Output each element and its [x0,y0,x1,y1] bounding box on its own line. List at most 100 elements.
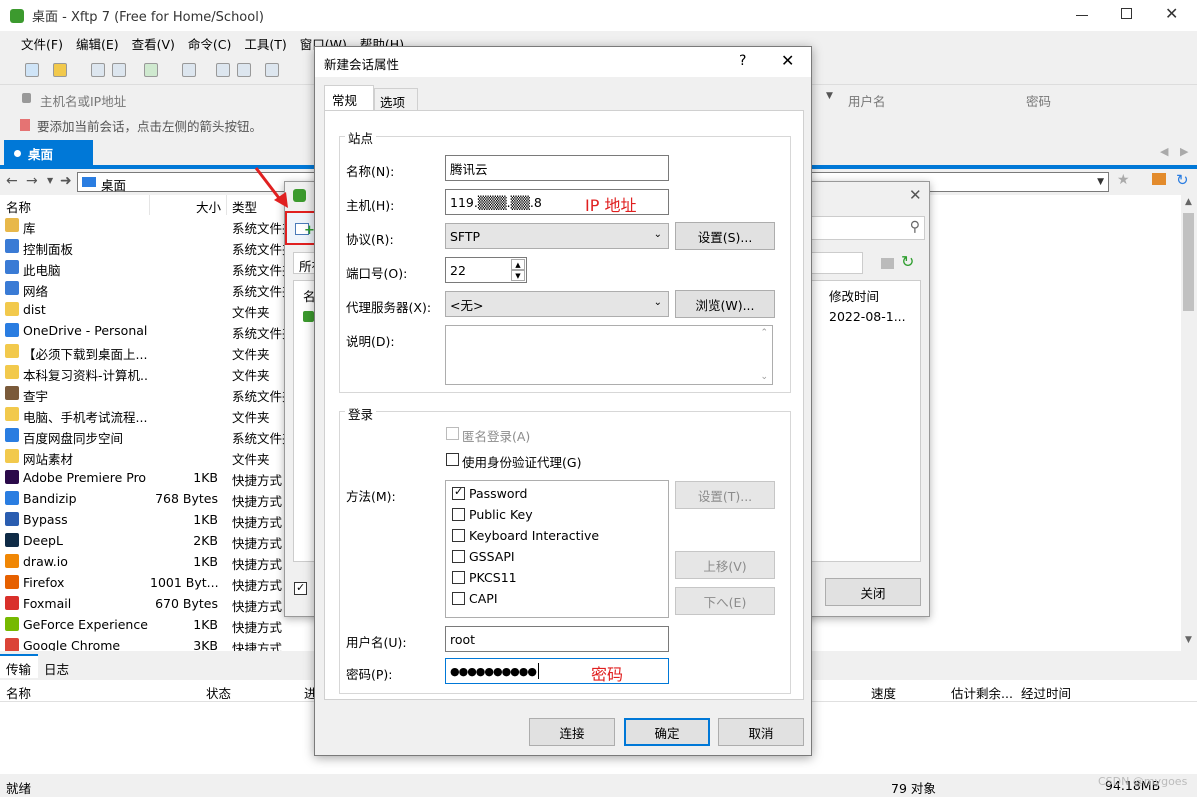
scroll-up-icon[interactable]: ▲ [1185,197,1192,207]
scroll-down-icon[interactable]: ▼ [1185,635,1192,645]
port-stepper[interactable]: 22 ▲ ▼ [445,257,527,283]
file-row[interactable]: Foxmail 670 Bytes 快捷方式 [0,593,300,614]
proxy-select[interactable]: <无> ⌄ [445,291,669,317]
method-item[interactable]: PKCS11 [452,569,662,587]
sessions-search[interactable]: ⚲ [811,216,925,240]
forward-icon[interactable]: → [26,173,38,189]
textarea-scroll-up-icon[interactable]: ⌃ [760,328,768,338]
transfer-col-elapsed[interactable]: 经过时间 [1021,683,1071,702]
file-row[interactable]: 【必须下载到桌面上... 文件夹 [0,341,300,362]
transfer-col-status[interactable]: 状态 [206,683,231,702]
menu-edit[interactable]: 编辑(E) [76,34,119,53]
method-checkbox[interactable] [452,550,465,563]
refresh-icon[interactable]: ↻ [1176,171,1189,189]
menu-command[interactable]: 命令(C) [188,34,231,53]
file-list-scrollbar[interactable]: ▲ ▼ [1181,195,1197,651]
file-row[interactable]: 网络 系统文件夹 [0,278,300,299]
transfer-col-speed[interactable]: 速度 [871,683,896,702]
file-row[interactable]: 网站素材 文件夹 [0,446,300,467]
scroll-thumb[interactable] [1183,213,1194,311]
file-row[interactable]: 百度网盘同步空间 系统文件夹 [0,425,300,446]
dropdown-arrow-icon[interactable]: ▼ [826,91,833,101]
transfer-icon[interactable] [265,63,279,77]
search-icon[interactable]: ⚲ [910,219,920,235]
transfer-col-name[interactable]: 名称 [6,683,31,702]
file-row[interactable]: 查宇 系统文件夹 [0,383,300,404]
browse-button[interactable]: 浏览(W)... [675,290,775,318]
file-row[interactable]: 库 系统文件夹 [0,215,300,236]
tab-transfer[interactable]: 传输 [0,654,38,678]
new-session-icon[interactable] [25,63,39,77]
sessions-refresh-icon[interactable]: ↻ [901,252,914,271]
menu-tools[interactable]: 工具(T) [244,34,286,53]
menu-file[interactable]: 文件(F) [21,34,63,53]
file-row[interactable]: draw.io 1KB 快捷方式 [0,551,300,572]
file-row[interactable]: DeepL 2KB 快捷方式 [0,530,300,551]
dialog-close-icon[interactable]: ✕ [781,51,794,70]
unlink-icon[interactable] [112,63,126,77]
tab-general[interactable]: 常规 [324,85,374,111]
up-icon[interactable]: ➜ [60,173,72,189]
name-field[interactable]: 腾讯云 [445,155,669,181]
link-icon[interactable] [91,63,105,77]
file-row[interactable]: 此电脑 系统文件夹 [0,257,300,278]
method-item[interactable]: Public Key [452,506,662,524]
history-dropdown-icon[interactable]: ▼ [47,176,53,185]
menu-view[interactable]: 查看(V) [132,34,175,53]
maximize-icon[interactable] [1121,8,1132,19]
file-row[interactable]: Bandizip 768 Bytes 快捷方式 [0,488,300,509]
method-checkbox[interactable] [452,508,465,521]
file-row[interactable]: 本科复习资料-计算机... 文件夹 [0,362,300,383]
save-icon[interactable] [237,63,251,77]
cancel-button[interactable]: 取消 [718,718,804,746]
transfer-col-eta[interactable]: 估计剩余... [951,683,1013,702]
method-item[interactable]: GSSAPI [452,548,662,566]
password-field[interactable]: ●●●●●●●●●● [445,658,669,684]
file-row[interactable]: Bypass 1KB 快捷方式 [0,509,300,530]
method-item[interactable]: ✓ Password [452,485,662,503]
column-size[interactable]: 大小 [196,197,221,216]
protocol-select[interactable]: SFTP ⌄ [445,223,669,249]
minimize-icon[interactable] [1076,15,1088,16]
textarea-scroll-down-icon[interactable]: ⌄ [760,372,768,382]
connect-button[interactable]: 连接 [529,718,615,746]
spin-down-icon[interactable]: ▼ [511,270,525,281]
ok-button[interactable]: 确定 [624,718,710,746]
close-icon[interactable]: ✕ [1165,4,1178,23]
file-row[interactable]: dist 文件夹 [0,299,300,320]
settings-button[interactable]: 设置(S)... [675,222,775,250]
password-input[interactable]: 密码 [1026,91,1051,110]
tab-next-icon[interactable]: ▶ [1180,145,1188,158]
open-folder-icon[interactable] [53,63,67,77]
file-row[interactable]: Firefox 1001 Byt... 快捷方式 [0,572,300,593]
play-icon[interactable] [182,63,196,77]
sessions-folder-icon[interactable] [881,258,894,269]
file-row[interactable]: 电脑、手机考试流程... 文件夹 [0,404,300,425]
auth-agent-checkbox[interactable] [446,453,459,466]
method-checkbox[interactable] [452,592,465,605]
username-input[interactable]: 用户名 [848,91,886,110]
home-icon[interactable] [1152,173,1166,185]
tab-log[interactable]: 日志 [44,659,69,678]
file-row[interactable]: Adobe Premiere Pro 1KB 快捷方式 [0,467,300,488]
sessions-close-button[interactable]: 关闭 [825,578,921,606]
move-up-button[interactable]: 上移(V) [675,551,775,579]
sessions-close-icon[interactable]: ✕ [909,186,922,204]
anonymous-checkbox[interactable] [446,427,459,440]
sessions-modified-column[interactable]: 修改时间 [829,286,879,305]
method-settings-button[interactable]: 设置(T)... [675,481,775,509]
method-checkbox[interactable]: ✓ [452,485,465,500]
back-icon[interactable]: ← [6,173,18,189]
sessions-startup-checkbox[interactable]: ✓ [294,581,307,595]
host-input[interactable]: 主机名或IP地址 [40,91,126,110]
help-icon[interactable]: ? [739,53,746,69]
method-item[interactable]: Keyboard Interactive [452,527,662,545]
method-item[interactable]: CAPI [452,590,662,608]
doc-icon[interactable] [216,63,230,77]
description-textarea[interactable]: ⌃ ⌄ [445,325,773,385]
column-name[interactable]: 名称 [6,197,31,216]
username-field[interactable]: root [445,626,669,652]
path-dropdown-icon[interactable]: ▼ [1097,177,1104,187]
move-down-button[interactable]: 下へ(E) [675,587,775,615]
star-icon[interactable]: ★ [1117,172,1130,188]
